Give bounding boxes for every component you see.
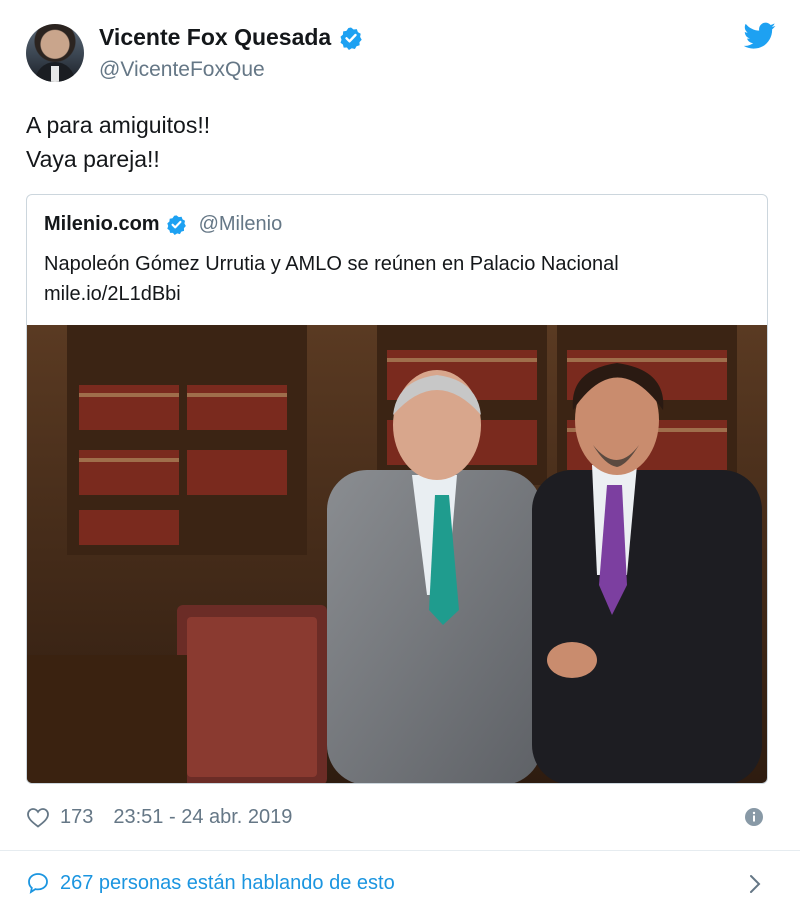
twitter-bird-icon[interactable]	[744, 22, 776, 50]
tweet-line-2: Vaya pareja!!	[26, 146, 160, 172]
author-handle[interactable]: @VicenteFoxQue	[99, 58, 265, 82]
author-name-row[interactable]: Vicente Fox Quesada	[99, 24, 363, 51]
author-avatar[interactable]	[26, 24, 84, 82]
verified-badge-icon	[166, 215, 186, 235]
tweet-header: Vicente Fox Quesada @VicenteFoxQue	[26, 22, 776, 84]
tweet-body: A para amiguitos!! Vaya pareja!!	[26, 108, 210, 176]
photo-illustration	[27, 325, 767, 783]
like-count[interactable]: 173	[60, 806, 93, 829]
quoted-display-name: Milenio.com	[44, 213, 160, 235]
quoted-tweet-header: Milenio.com @Milenio	[44, 213, 282, 236]
tweet-timestamp[interactable]: 23:51 - 24 abr. 2019	[113, 806, 292, 829]
tweet-line-1: A para amiguitos!!	[26, 112, 211, 138]
conversation-link[interactable]: 267 personas están hablando de esto	[26, 868, 768, 898]
speech-bubble-icon	[28, 873, 48, 894]
conversation-count-label[interactable]: 267 personas están hablando de esto	[60, 872, 395, 895]
quoted-tweet-card[interactable]: Milenio.com @Milenio Napoleón Gómez Urru…	[26, 194, 768, 784]
quoted-tweet-text: Napoleón Gómez Urrutia y AMLO se reúnen …	[44, 249, 754, 309]
heart-icon[interactable]	[26, 806, 50, 828]
author-display-name[interactable]: Vicente Fox Quesada	[99, 24, 331, 51]
info-icon[interactable]	[744, 807, 764, 827]
chevron-right-icon[interactable]	[748, 873, 762, 895]
quoted-tweet-photo[interactable]	[27, 325, 767, 783]
quoted-link[interactable]: mile.io/2L1dBbi	[44, 279, 754, 309]
verified-badge-icon	[340, 27, 362, 50]
tweet-meta-row: 173 23:51 - 24 abr. 2019	[26, 802, 768, 832]
quoted-headline: Napoleón Gómez Urrutia y AMLO se reúnen …	[44, 253, 619, 275]
quoted-handle: @Milenio	[198, 213, 283, 235]
footer-divider	[0, 850, 800, 851]
